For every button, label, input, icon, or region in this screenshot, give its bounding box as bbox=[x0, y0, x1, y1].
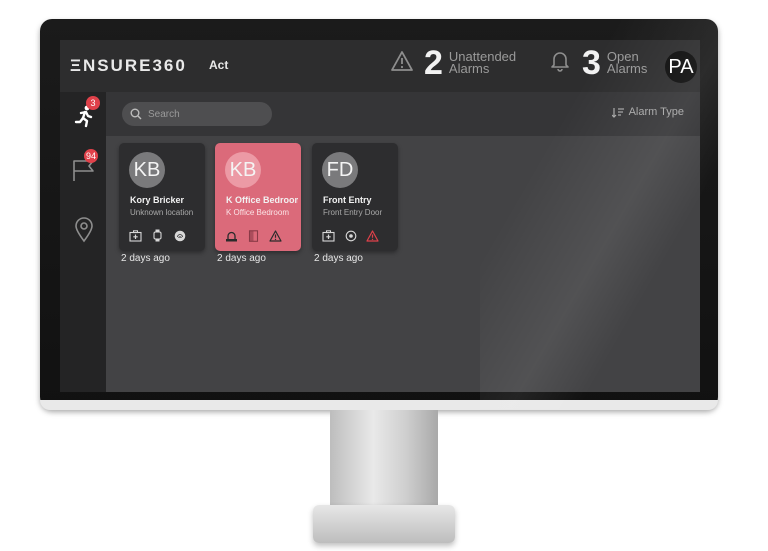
wearable-device-icon[interactable] bbox=[151, 229, 164, 242]
open-count: 3 bbox=[582, 44, 601, 82]
warning-icon[interactable] bbox=[269, 229, 282, 242]
bell-icon bbox=[550, 50, 570, 77]
unattended-label: Unattended Alarms bbox=[448, 49, 517, 76]
alarm-card[interactable]: KB Kory Bricker Unknown location bbox=[119, 143, 205, 251]
sort-alarm-type-button[interactable]: Alarm Type bbox=[611, 106, 684, 118]
sidebar-badge: 94 bbox=[84, 149, 99, 163]
card-avatar: FD bbox=[322, 152, 358, 188]
target-icon[interactable] bbox=[344, 229, 357, 242]
fingerprint-icon[interactable] bbox=[173, 229, 186, 242]
warning-icon[interactable] bbox=[366, 229, 379, 242]
card-name: Kory Bricker bbox=[130, 195, 185, 205]
search-box[interactable] bbox=[122, 102, 272, 126]
medical-kit-icon[interactable] bbox=[129, 229, 142, 242]
sidebar-badge: 3 bbox=[86, 96, 100, 110]
monitor-stand-neck bbox=[330, 410, 438, 516]
card-name: K Office Bedroom bbox=[226, 195, 298, 205]
app-logo: ΞNSURE360 bbox=[70, 56, 187, 75]
card-time: 2 days ago bbox=[314, 253, 363, 264]
unattended-alarms-stat[interactable]: 2 Unattended Alarms bbox=[390, 46, 535, 80]
card-avatar: KB bbox=[225, 152, 261, 188]
card-name: Front Entry bbox=[323, 195, 372, 205]
sort-label: Alarm Type bbox=[628, 106, 684, 118]
card-time: 2 days ago bbox=[217, 253, 266, 264]
search-input[interactable] bbox=[146, 107, 260, 121]
sidebar-item-active-alarms[interactable]: 3 bbox=[68, 96, 100, 134]
sort-icon bbox=[611, 107, 624, 118]
unattended-count: 2 bbox=[424, 44, 443, 82]
open-alarms-stat[interactable]: 3 Open Alarms bbox=[550, 46, 657, 80]
warning-triangle-icon bbox=[390, 50, 414, 77]
module-label: Act bbox=[209, 58, 229, 72]
card-avatar: KB bbox=[129, 152, 165, 188]
user-avatar[interactable]: PA bbox=[665, 51, 697, 83]
location-pin-icon bbox=[73, 216, 95, 248]
top-bar: ΞNSURE360 Act 2 Unattended Alarms 3 Open A… bbox=[60, 40, 700, 92]
alarm-card[interactable]: FD Front Entry Front Entry Door bbox=[312, 143, 398, 251]
card-location: Front Entry Door bbox=[323, 208, 383, 217]
filter-bar: Alarm Type bbox=[106, 92, 700, 136]
search-icon bbox=[130, 108, 142, 120]
card-time: 2 days ago bbox=[121, 253, 170, 264]
open-label: Open Alarms bbox=[606, 49, 648, 76]
card-location: Unknown location bbox=[130, 208, 194, 217]
sidebar-item-flags[interactable]: 94 bbox=[68, 149, 100, 188]
monitor-stand-foot bbox=[313, 505, 455, 543]
sidebar-item-locations[interactable] bbox=[68, 216, 100, 248]
siren-icon[interactable] bbox=[225, 229, 238, 242]
medical-kit-icon[interactable] bbox=[322, 229, 335, 242]
sidebar: 3 94 bbox=[60, 92, 106, 392]
alarm-card-highlighted[interactable]: KB K Office Bedroom K Office Bedroom bbox=[215, 143, 301, 251]
app-screen: ΞNSURE360 Act 2 Unattended Alarms 3 Open A… bbox=[60, 40, 700, 392]
door-icon[interactable] bbox=[247, 229, 260, 242]
card-location: K Office Bedroom bbox=[226, 208, 289, 217]
monitor-chin bbox=[40, 400, 718, 410]
